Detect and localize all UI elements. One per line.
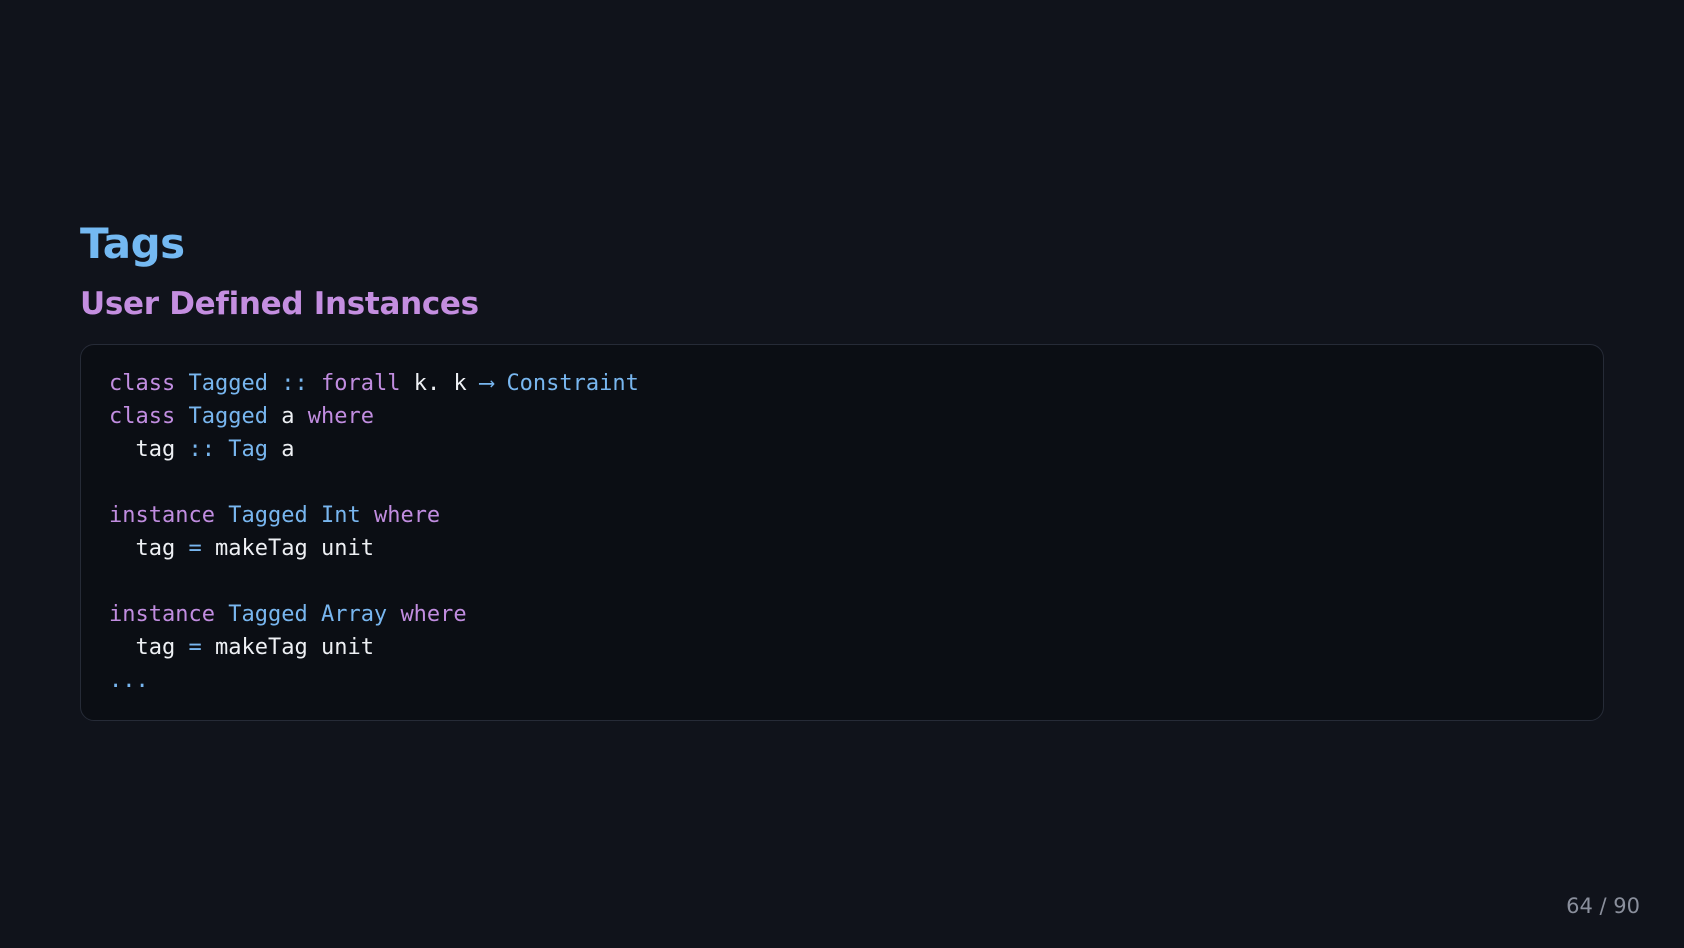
code-token: where [307,404,374,429]
code-block: class Tagged :: forall k. k ⟶ Constraint… [80,344,1604,721]
code-token: :: [188,437,216,462]
code-token: k. k [413,371,467,396]
code-token: a [281,404,295,429]
code-line: instance Tagged Array where [109,598,1575,631]
code-token: makeTag unit [215,635,374,660]
slide: Tags User Defined Instances class Tagged… [0,0,1684,948]
code-listing: class Tagged :: forall k. k ⟶ Constraint… [109,367,1575,697]
code-token: tag [135,536,176,561]
code-token: :: [281,371,308,396]
code-token: Tagged [228,503,308,528]
code-line: tag :: Tag a [109,433,1575,466]
slide-subtitle: User Defined Instances [80,286,479,322]
code-token: tag [135,437,176,462]
code-token: Tagged [188,371,268,396]
code-token: Int [320,503,361,528]
code-token: a [281,437,295,462]
code-token: ⟶ [479,371,494,396]
code-token: where [373,503,441,528]
code-line: tag = makeTag unit [109,532,1575,565]
code-token: Constraint [506,371,639,396]
code-token: instance [109,503,215,528]
code-line: class Tagged :: forall k. k ⟶ Constraint [109,367,1575,400]
code-token: Tag [228,437,268,462]
code-token: class [109,404,176,429]
code-token: where [400,602,467,627]
page-counter: 64 / 90 [1566,894,1640,918]
code-token: class [109,371,176,396]
code-token: Array [320,602,388,627]
code-token: Tagged [228,602,308,627]
code-token: tag [135,635,176,660]
code-line: instance Tagged Int where [109,499,1575,532]
slide-content: Tags User Defined Instances class Tagged… [80,214,1604,721]
code-token: forall [320,371,401,396]
slide-title: Tags [80,219,185,268]
code-token: Tagged [188,404,268,429]
code-token: = [188,635,202,660]
code-line: class Tagged a where [109,400,1575,433]
code-token: ... [109,668,149,693]
code-token: instance [109,602,215,627]
code-line: ... [109,664,1575,697]
code-token: = [188,536,202,561]
code-token: makeTag unit [215,536,374,561]
code-line: tag = makeTag unit [109,631,1575,664]
